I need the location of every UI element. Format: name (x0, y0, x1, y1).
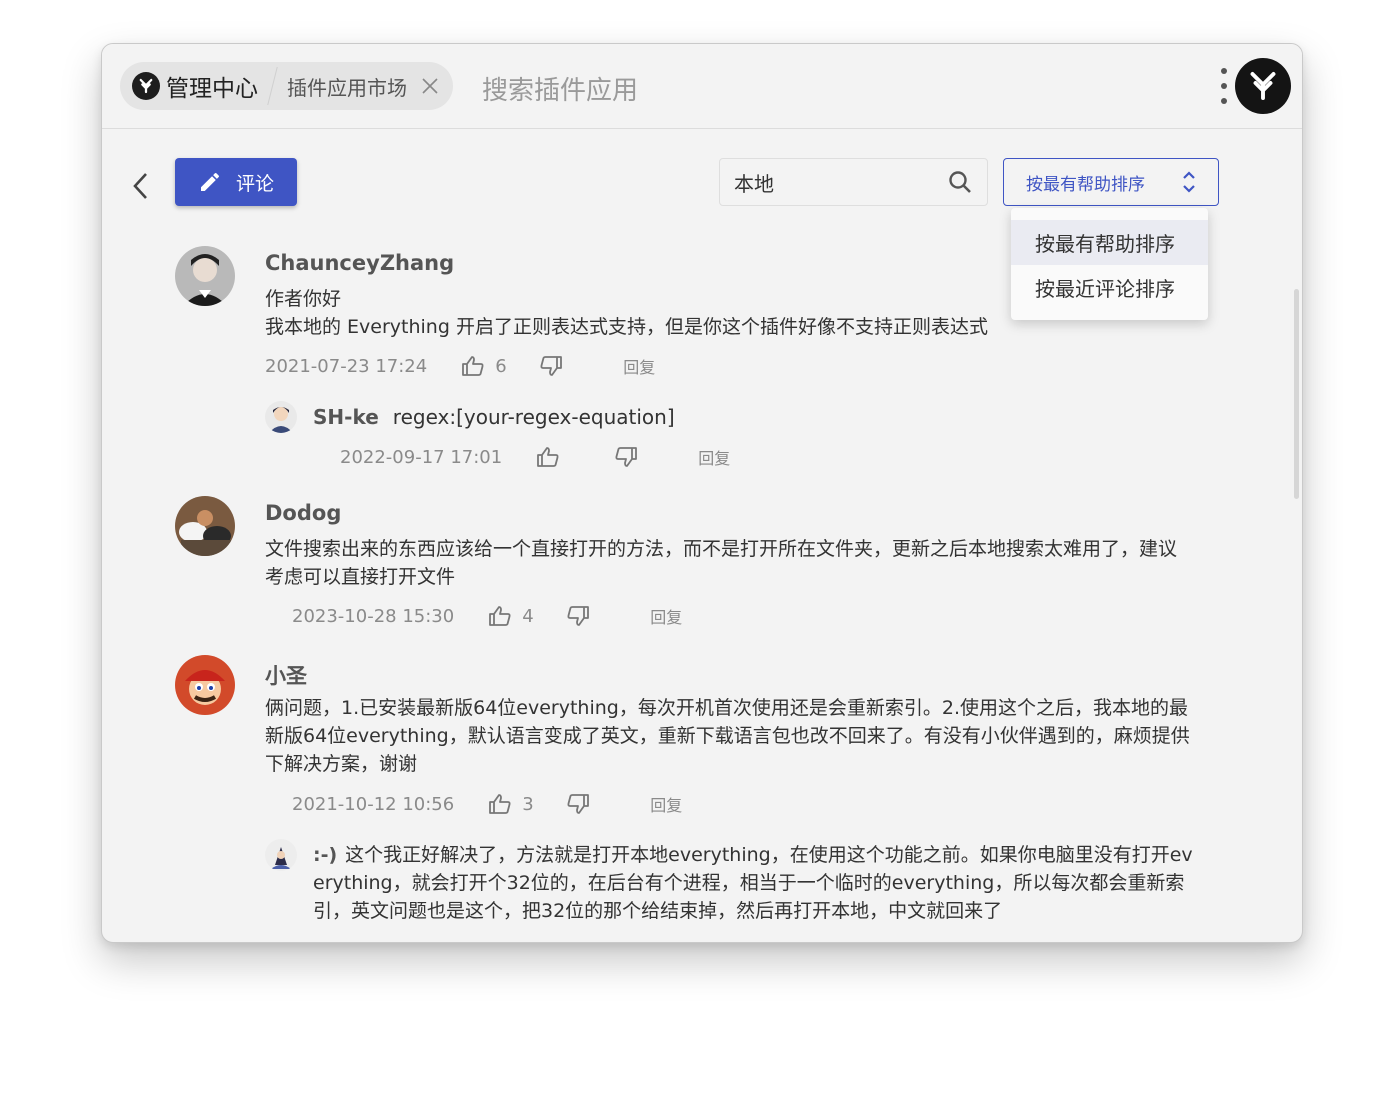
thumbs-up-icon[interactable] (536, 445, 560, 469)
comment-body: 作者你好 我本地的 Everything 开启了正则表达式支持，但是你这个插件好… (265, 285, 988, 341)
reply-avatar[interactable] (265, 401, 297, 433)
comment-meta: 2021-07-23 17:24 6 回复 (265, 354, 655, 378)
app-window: 管理中心 插件应用市场 搜索插件应用 评论 按最 (101, 43, 1303, 943)
avatar[interactable] (175, 655, 235, 715)
thumbs-up-icon[interactable] (488, 604, 512, 628)
comment-line: 俩问题，1.已安装最新版64位everything，每次开机首次使用还是会重新索… (265, 697, 1188, 719)
comment-line: 考虑可以直接打开文件 (265, 566, 456, 588)
thumbs-down-icon[interactable] (539, 354, 563, 378)
like-count: 4 (522, 605, 534, 627)
plugin-search-input[interactable]: 搜索插件应用 (482, 70, 638, 107)
reply-date: 2022-09-17 17:01 (340, 446, 503, 468)
breadcrumb-home[interactable]: 管理中心 (120, 62, 272, 110)
back-button[interactable] (126, 168, 154, 204)
app-logo-icon (132, 72, 160, 100)
reply-button[interactable]: 回复 (650, 792, 682, 816)
like-count: 6 (495, 355, 507, 377)
avatar[interactable] (175, 496, 235, 556)
comment-line: 文件搜索出来的东西应该给一个直接打开的方法，而不是打开所在文件夹，更新之后本地搜… (265, 538, 1178, 560)
sort-option-recent[interactable]: 按最近评论排序 (1011, 265, 1208, 310)
more-menu-icon[interactable] (1216, 68, 1232, 104)
comment-line: 作者你好 (265, 288, 342, 310)
search-icon[interactable] (947, 169, 973, 195)
top-bar: 管理中心 插件应用市场 搜索插件应用 (102, 44, 1302, 129)
thumbs-down-icon[interactable] (566, 604, 590, 628)
comment-search-box[interactable] (719, 158, 988, 206)
comment-body: 俩问题，1.已安装最新版64位everything，每次开机首次使用还是会重新索… (265, 694, 1190, 778)
sort-select-value: 按最有帮助排序 (1026, 174, 1145, 195)
sort-select[interactable]: 按最有帮助排序 (1003, 158, 1219, 206)
up-down-chevron-icon (1182, 169, 1196, 195)
reply-line: erything，就会打开个32位的，在后台有个进程，相当于一个临时的every… (313, 872, 1185, 894)
like-count: 3 (522, 793, 534, 815)
comment-date: 2021-07-23 17:24 (265, 355, 428, 377)
sort-dropdown-menu: 按最有帮助排序 按最近评论排序 (1011, 208, 1208, 320)
thumbs-up-icon[interactable] (488, 792, 512, 816)
breadcrumb-tab-market[interactable]: 插件应用市场 (273, 62, 453, 110)
comment-author: 小圣 (265, 664, 307, 688)
comment-line: 我本地的 Everything 开启了正则表达式支持，但是你这个插件好像不支持正… (265, 316, 988, 338)
reply-line: 引，英文问题也是这个，把32位的那个给结束掉，然后再打开本地，中文就回来了 (313, 900, 1003, 922)
reply-avatar[interactable] (265, 839, 297, 871)
comment-meta: 2023-10-28 15:30 4 回复 (292, 604, 682, 628)
close-icon[interactable] (419, 75, 441, 97)
pencil-icon (198, 170, 222, 194)
reply-line: :-) 这个我正好解决了，方法就是打开本地everything，在使用这个功能之前… (313, 841, 1233, 869)
reply-text: regex:[your-regex-equation] (392, 405, 675, 429)
reply-button[interactable]: 回复 (698, 445, 730, 469)
comment-author: ChaunceyZhang (265, 251, 455, 275)
comment-line: 新版64位everything，默认语言变成了英文，重新下载语言包也改不回来了。… (265, 725, 1190, 747)
reply-text: 这个我正好解决了，方法就是打开本地everything，在使用这个功能之前。如果… (345, 844, 1193, 866)
thumbs-up-icon[interactable] (461, 354, 485, 378)
sort-option-helpful[interactable]: 按最有帮助排序 (1011, 220, 1208, 265)
reply-item: SH-ke regex:[your-regex-equation] (313, 405, 675, 429)
comment-line: 下解决方案，谢谢 (265, 753, 418, 775)
breadcrumb-home-label: 管理中心 (166, 76, 258, 102)
avatar[interactable] (175, 246, 235, 306)
breadcrumb-tab-label: 插件应用市场 (287, 75, 407, 100)
comment-button-label: 评论 (235, 172, 274, 195)
thumbs-down-icon[interactable] (614, 445, 638, 469)
comment-button[interactable]: 评论 (175, 158, 297, 206)
app-logo-icon[interactable] (1235, 58, 1291, 114)
comment-search-input[interactable] (734, 170, 934, 194)
comment-author: Dodog (265, 501, 342, 525)
comment-date: 2023-10-28 15:30 (292, 605, 455, 627)
breadcrumb: 管理中心 插件应用市场 (120, 62, 453, 110)
reply-author: :-) (313, 844, 338, 866)
reply-author: SH-ke (313, 405, 379, 429)
thumbs-down-icon[interactable] (566, 792, 590, 816)
comment-meta: 2021-10-12 10:56 3 回复 (292, 792, 682, 816)
reply-button[interactable]: 回复 (650, 604, 682, 628)
comment-date: 2021-10-12 10:56 (292, 793, 455, 815)
reply-item: :-) 这个我正好解决了，方法就是打开本地everything，在使用这个功能之前… (313, 841, 1233, 925)
scrollbar[interactable] (1294, 289, 1299, 499)
comment-body: 文件搜索出来的东西应该给一个直接打开的方法，而不是打开所在文件夹，更新之后本地搜… (265, 535, 1177, 591)
reply-meta: 2022-09-17 17:01 回复 (340, 445, 730, 469)
reply-button[interactable]: 回复 (623, 354, 655, 378)
